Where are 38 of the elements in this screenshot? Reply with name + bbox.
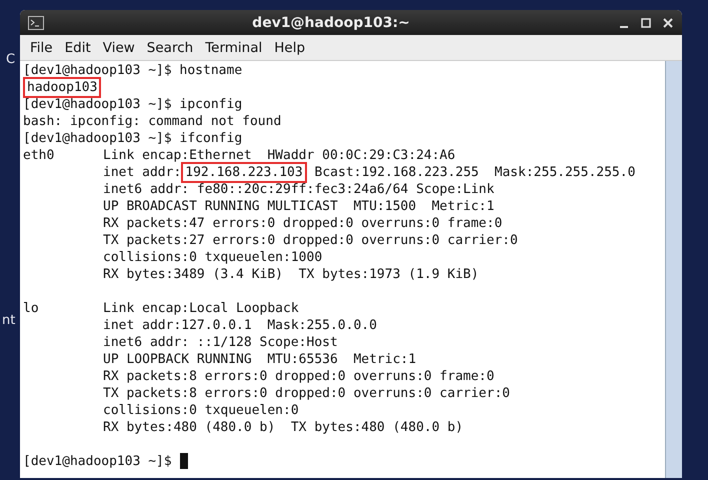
terminal-text: [dev1@hadoop103 ~]$ — [23, 453, 172, 470]
window-title: dev1@hadoop103:~ — [251, 14, 411, 30]
interface-name: lo — [23, 300, 40, 317]
menu-item[interactable]: Search — [140, 40, 200, 56]
desktop-icon-label[interactable]: C — [6, 52, 16, 67]
terminal-text: RX packets:47 errors:0 dropped:0 overruns:0 frame:0 — [103, 215, 502, 232]
terminal-text: inet6 addr: ::1/128 Scope:Host — [103, 334, 338, 351]
terminal-text: UP LOOPBACK RUNNING MTU:65536 Metric:1 — [103, 351, 416, 368]
terminal-text: Link encap:Ethernet HWaddr 00:0C:29:C3:24:A6 — [103, 147, 456, 164]
terminal-text: Bcast:192.168.223.255 Mask:255.255.255.0 — [314, 164, 636, 181]
menu-item[interactable]: Terminal — [199, 40, 268, 56]
terminal-text: collisions:0 txqueuelen:1000 — [103, 249, 322, 266]
terminal-text: [dev1@hadoop103 ~]$ ifconfig — [23, 130, 242, 147]
highlighted-text: 192.168.223.103 — [183, 164, 305, 181]
terminal-text: UP BROADCAST RUNNING MULTICAST MTU:1500 Metric:1 — [103, 198, 494, 215]
terminal-text: inet addr:127.0.0.1 Mask:255.0.0.0 — [103, 317, 377, 334]
terminal-text: Link encap:Local Loopback — [103, 300, 299, 317]
menu-item[interactable]: Help — [268, 40, 312, 56]
terminal-text: RX bytes:3489 (3.4 KiB) TX bytes:1973 (1.9 KiB) — [103, 266, 479, 283]
terminal-icon — [28, 16, 44, 30]
maximize-icon[interactable] — [640, 16, 652, 28]
terminal-text: TX packets:27 errors:0 dropped:0 overruns:0 carrier:0 — [103, 232, 518, 249]
close-icon[interactable] — [662, 16, 674, 28]
terminal-text: [dev1@hadoop103 ~]$ hostname — [23, 62, 242, 79]
terminal-text: inet addr: — [103, 164, 182, 181]
terminal-text: [dev1@hadoop103 ~]$ ipconfig — [23, 96, 242, 113]
interface-name: eth0 — [23, 147, 56, 164]
menu-item[interactable]: File — [24, 40, 59, 56]
terminal-text: bash: ipconfig: command not found — [23, 113, 282, 130]
terminal-text: RX bytes:480 (480.0 b) TX bytes:480 (480.0 b) — [103, 419, 464, 436]
desktop-icon-label[interactable]: nt — [2, 313, 16, 328]
terminal-text: TX packets:8 errors:0 dropped:0 overruns:0 carrier:0 — [103, 385, 510, 402]
terminal-text: collisions:0 txqueuelen:0 — [103, 402, 299, 419]
terminal-text: RX packets:8 errors:0 dropped:0 overruns:0 frame:0 — [103, 368, 494, 385]
terminal-text: inet6 addr: fe80::20c:29ff:fec3:24a6/64 Scope:Link — [103, 181, 494, 198]
menu-item[interactable]: Edit — [58, 40, 97, 56]
highlighted-text: hadoop103 — [25, 79, 100, 96]
menu-item[interactable]: View — [96, 40, 141, 56]
